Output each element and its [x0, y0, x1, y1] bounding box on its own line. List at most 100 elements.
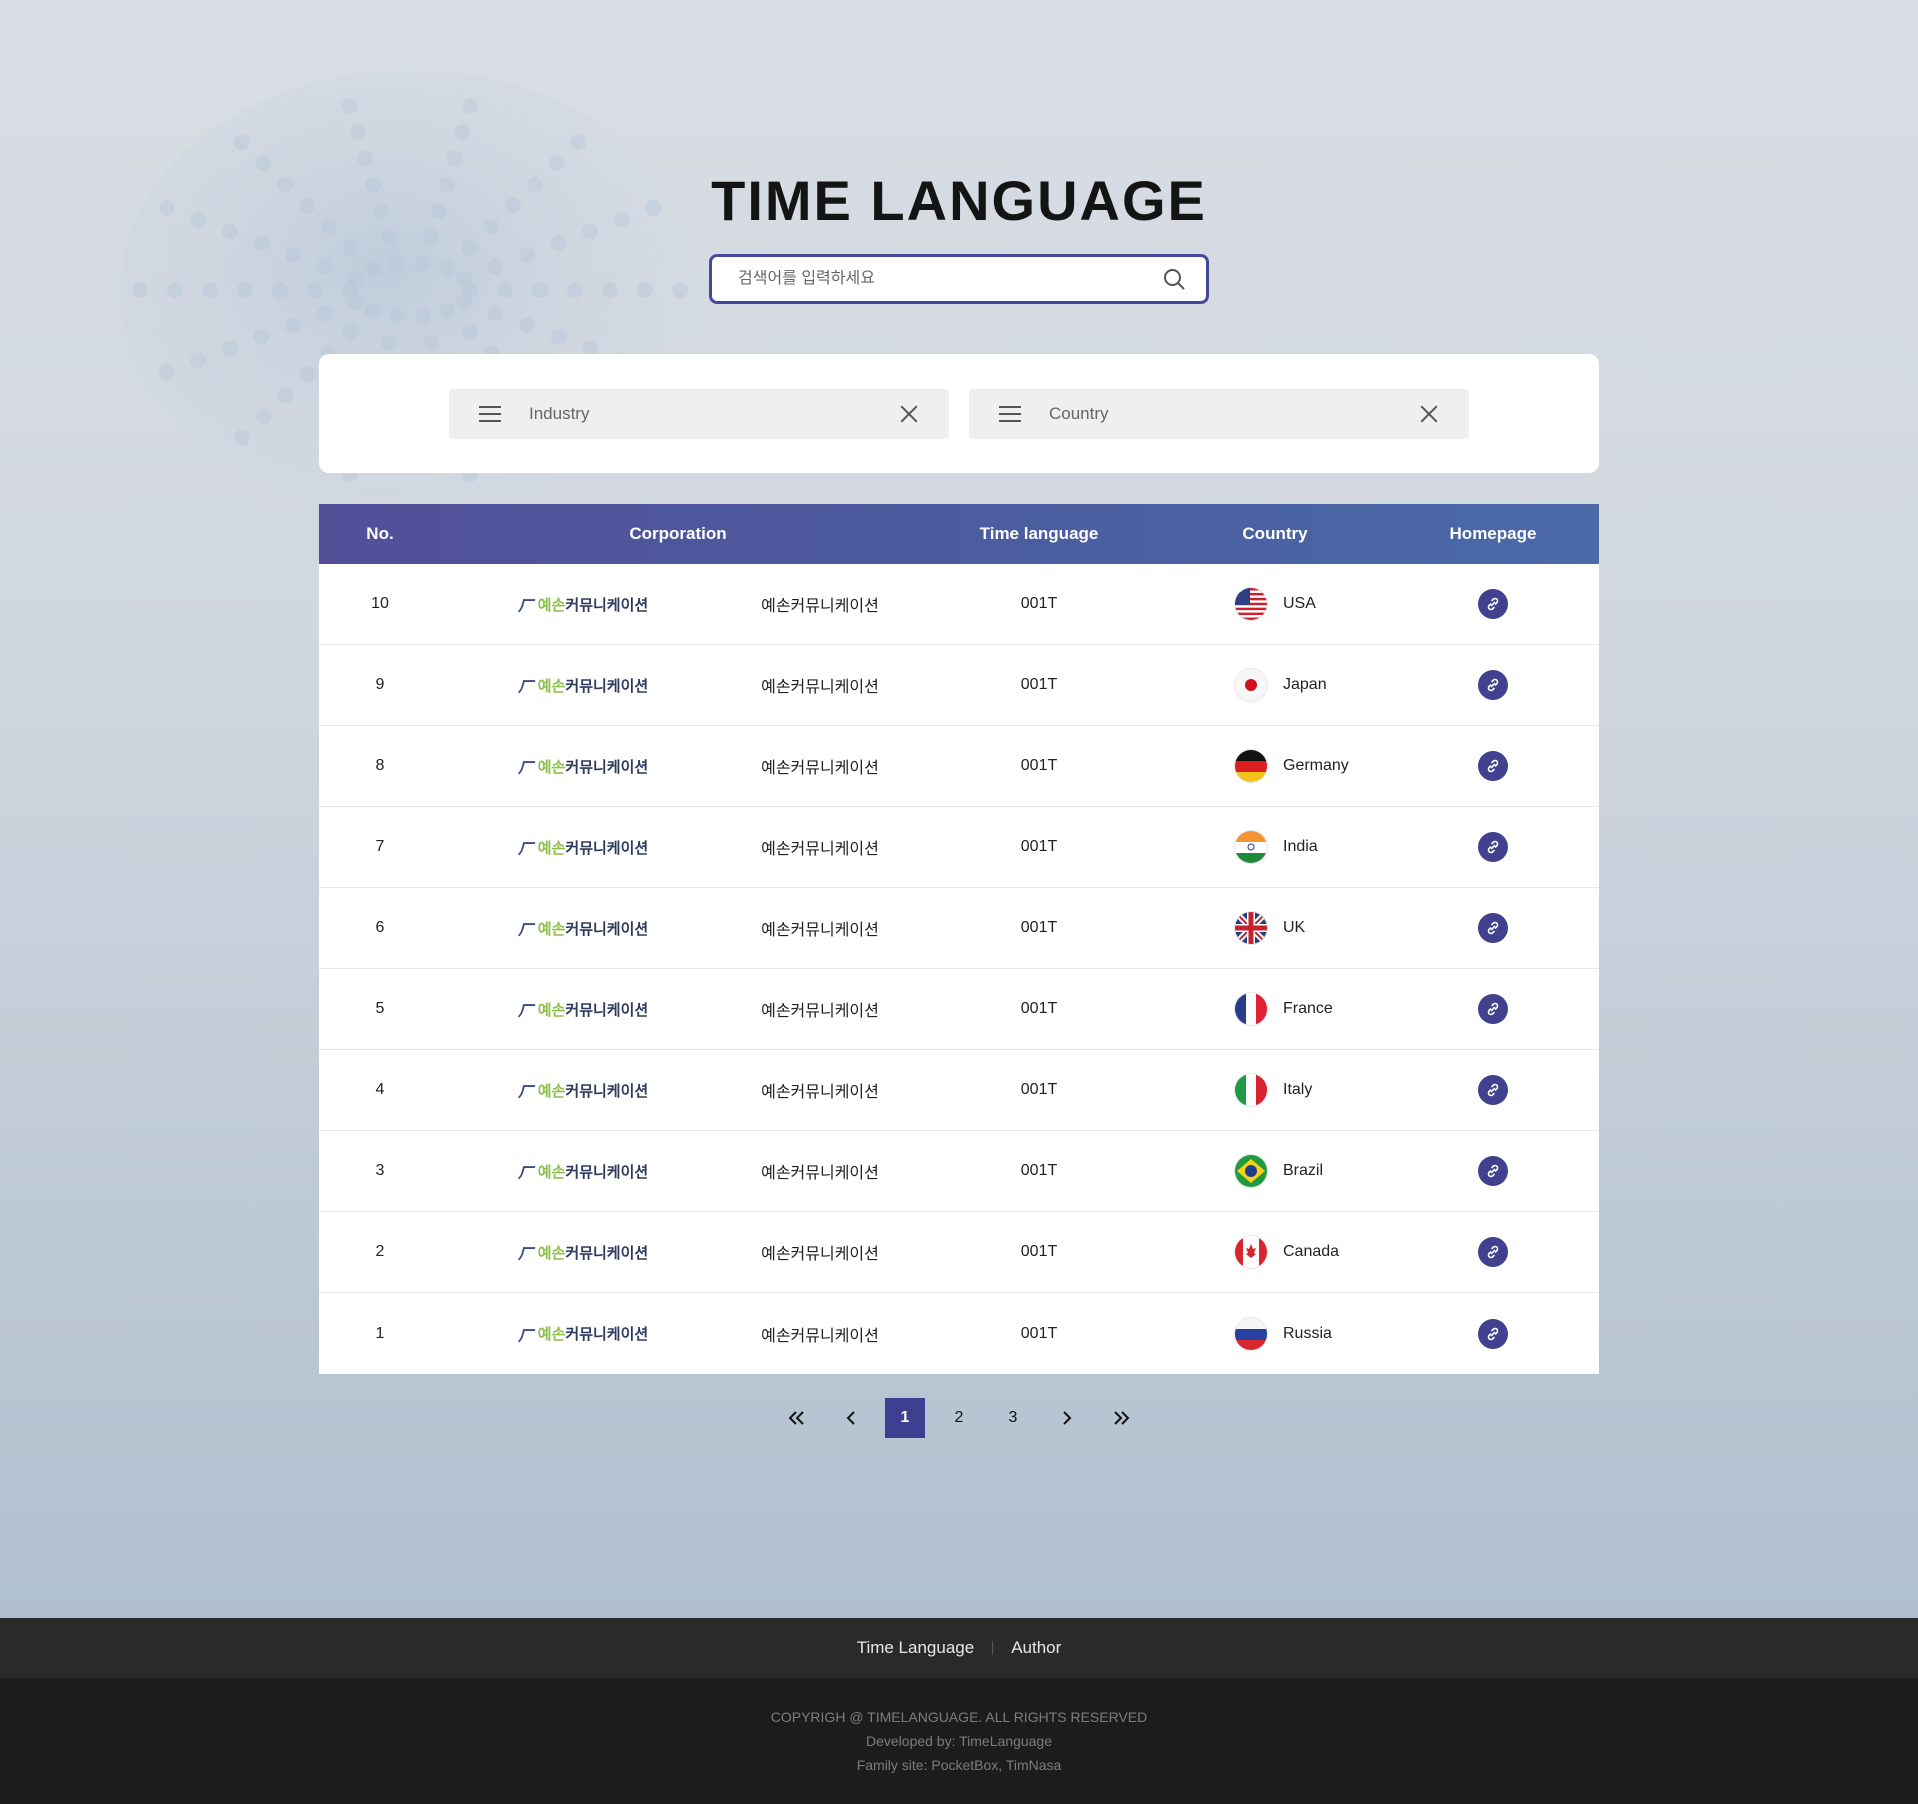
homepage-cell — [1387, 913, 1599, 943]
link-icon[interactable] — [1478, 994, 1508, 1024]
column-header-country: Country — [1242, 524, 1308, 543]
menu-icon — [999, 406, 1021, 422]
row-number: 5 — [375, 1000, 385, 1017]
logo-mark-icon: ㄏ — [517, 598, 534, 615]
logo-mark-icon: ㄏ — [517, 679, 534, 696]
footer-link-time-language[interactable]: Time Language — [857, 1638, 975, 1658]
homepage-cell — [1387, 994, 1599, 1024]
link-icon[interactable] — [1478, 1318, 1508, 1349]
logo-mark-icon: ㄏ — [517, 760, 534, 777]
brazil-flag-icon — [1235, 1155, 1267, 1187]
logo-text-green: 예손 — [537, 1163, 566, 1181]
corporation-cell: ㄏ 예손 커뮤니케이션 예손커뮤니케이션 — [441, 835, 915, 859]
logo-text-green: 예손 — [537, 1326, 566, 1343]
time-language-cell: 001T — [1020, 919, 1058, 936]
country-name: India — [1283, 838, 1318, 855]
close-icon[interactable] — [899, 404, 919, 424]
link-icon[interactable] — [1478, 670, 1508, 700]
column-header-no: No. — [366, 524, 394, 543]
logo-text-green: 예손 — [537, 1001, 566, 1019]
time-language-cell: 001T — [1020, 757, 1058, 774]
industry-filter[interactable]: Industry — [449, 389, 949, 439]
homepage-cell — [1387, 1156, 1599, 1186]
search-bar — [709, 254, 1209, 304]
page-3-button[interactable]: 3 — [993, 1398, 1033, 1438]
link-icon[interactable] — [1478, 832, 1508, 862]
corporation-cell: ㄏ 예손 커뮤니케이션 예손커뮤니케이션 — [441, 916, 915, 940]
india-flag-icon — [1235, 831, 1267, 863]
corporation-cell: ㄏ 예손 커뮤니케이션 예손커뮤니케이션 — [441, 1078, 915, 1102]
corporation-cell: ㄏ 예손 커뮤니케이션 예손커뮤니케이션 — [441, 1240, 915, 1264]
page-2-button[interactable]: 2 — [939, 1398, 979, 1438]
row-number: 3 — [375, 1162, 385, 1179]
prev-page-icon[interactable] — [831, 1398, 871, 1438]
link-icon[interactable] — [1478, 913, 1508, 943]
homepage-cell — [1387, 670, 1599, 700]
time-language-cell: 001T — [1020, 595, 1058, 612]
corporation-logo: ㄏ 예손 커뮤니케이션 — [441, 1322, 725, 1346]
link-icon[interactable] — [1478, 751, 1508, 781]
table-row: 10 ㄏ 예손 커뮤니케이션 예손커뮤니케이션 001T USA — [319, 564, 1599, 645]
link-icon[interactable] — [1478, 1156, 1508, 1186]
footer-link-author[interactable]: Author — [1011, 1638, 1061, 1658]
link-icon[interactable] — [1478, 589, 1508, 619]
footer-nav: Time Language Author — [0, 1618, 1918, 1678]
country-filter-label: Country — [1049, 404, 1109, 423]
corporation-logo: ㄏ 예손 커뮤니케이션 — [441, 997, 725, 1021]
country-cell: UK — [1163, 912, 1387, 944]
country-cell: USA — [1163, 588, 1387, 620]
row-number: 10 — [371, 595, 389, 612]
link-icon[interactable] — [1478, 1237, 1508, 1267]
corporation-name: 예손커뮤니케이션 — [761, 1003, 879, 1020]
column-header-homepage: Homepage — [1449, 524, 1537, 543]
first-page-icon[interactable] — [777, 1398, 817, 1438]
row-number: 9 — [375, 676, 385, 693]
corporation-name: 예손커뮤니케이션 — [761, 1327, 879, 1345]
logo-text-dark: 커뮤니케이션 — [565, 596, 649, 614]
last-page-icon[interactable] — [1101, 1398, 1141, 1438]
corporation-name: 예손커뮤니케이션 — [761, 841, 879, 858]
table-row: 1 ㄏ 예손 커뮤니케이션 예손커뮤니케이션 001T Russia — [319, 1293, 1599, 1374]
logo-text-green: 예손 — [537, 839, 566, 857]
pagination: 1 2 3 — [0, 1398, 1918, 1438]
corporation-name: 예손커뮤니케이션 — [761, 922, 879, 939]
corporation-name: 예손커뮤니케이션 — [761, 760, 879, 777]
country-cell: France — [1163, 993, 1387, 1025]
corporation-logo: ㄏ 예손 커뮤니케이션 — [441, 1159, 725, 1183]
homepage-cell — [1387, 1075, 1599, 1105]
table-row: 6 ㄏ 예손 커뮤니케이션 예손커뮤니케이션 001T UK — [319, 888, 1599, 969]
logo-mark-icon: ㄏ — [517, 841, 534, 858]
next-page-icon[interactable] — [1047, 1398, 1087, 1438]
country-name: Japan — [1283, 676, 1327, 693]
logo-text-dark: 커뮤니케이션 — [565, 920, 649, 938]
close-icon[interactable] — [1419, 404, 1439, 424]
search-input[interactable] — [738, 270, 1160, 288]
filter-panel: Industry Country — [319, 354, 1599, 473]
country-name: USA — [1283, 595, 1316, 612]
homepage-cell — [1387, 751, 1599, 781]
search-icon[interactable] — [1160, 265, 1188, 293]
table-row: 2 ㄏ 예손 커뮤니케이션 예손커뮤니케이션 001T Canada — [319, 1212, 1599, 1293]
usa-flag-icon — [1235, 588, 1267, 620]
time-language-cell: 001T — [1020, 1000, 1058, 1017]
industry-filter-label: Industry — [529, 404, 590, 423]
logo-text-dark: 커뮤니케이션 — [565, 1001, 649, 1019]
country-name: France — [1283, 1000, 1333, 1017]
logo-mark-icon: ㄏ — [517, 1165, 534, 1182]
link-icon[interactable] — [1478, 1075, 1508, 1105]
country-filter[interactable]: Country — [969, 389, 1469, 439]
italy-flag-icon — [1235, 1074, 1267, 1106]
corporation-name: 예손커뮤니케이션 — [761, 679, 879, 696]
country-cell: Germany — [1163, 750, 1387, 782]
column-header-time-language: Time language — [979, 524, 1099, 543]
footer-info: COPYRIGH @ TIMELANGUAGE. ALL RIGHTS RESE… — [0, 1678, 1918, 1804]
logo-mark-icon: ㄏ — [517, 1084, 534, 1101]
japan-flag-icon — [1235, 669, 1267, 701]
canada-flag-icon — [1235, 1236, 1267, 1268]
logo-text-green: 예손 — [537, 758, 566, 776]
homepage-cell — [1387, 1237, 1599, 1267]
table-row: 5 ㄏ 예손 커뮤니케이션 예손커뮤니케이션 001T France — [319, 969, 1599, 1050]
corporation-cell: ㄏ 예손 커뮤니케이션 예손커뮤니케이션 — [441, 754, 915, 778]
logo-text-green: 예손 — [537, 596, 566, 614]
page-1-button[interactable]: 1 — [885, 1398, 925, 1438]
